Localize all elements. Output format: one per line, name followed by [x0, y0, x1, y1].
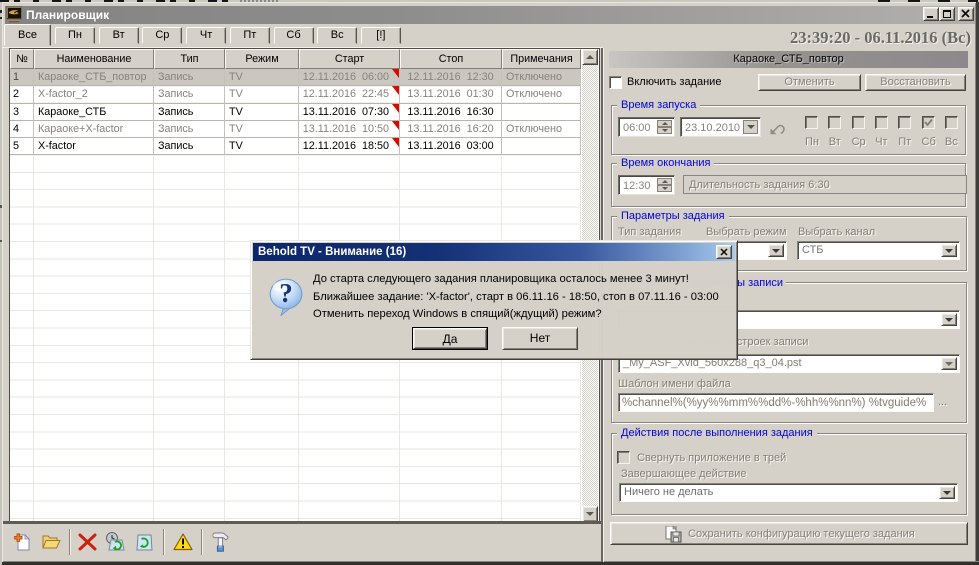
svg-text:?: ? [279, 278, 293, 308]
